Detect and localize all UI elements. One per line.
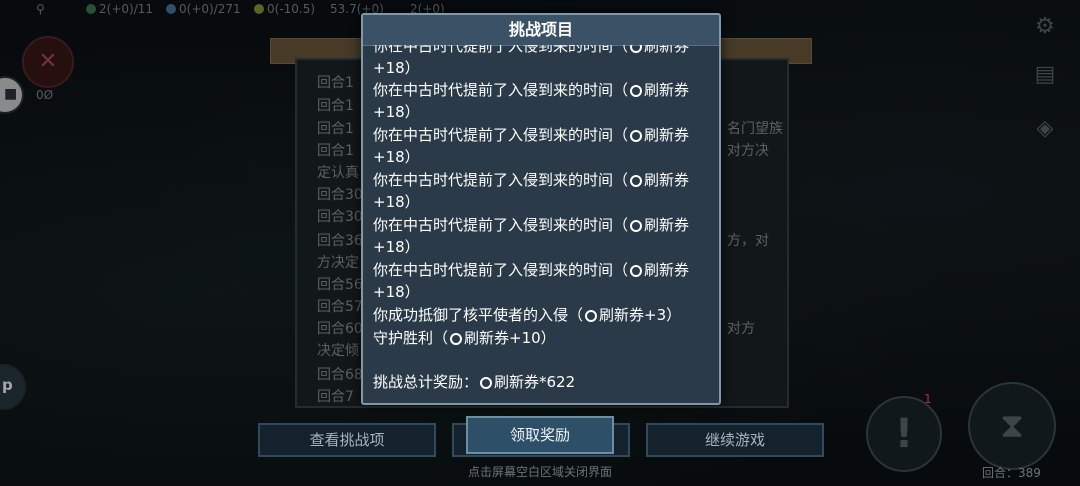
challenge-item: 你在中古时代提前了入侵到来的时间（ 刷新券 (373, 261, 690, 280)
challenge-item-suffix: +18） (373, 148, 420, 166)
challenge-item: 你在中古时代提前了入侵到来的时间（ 刷新券 (373, 126, 690, 145)
alert-button[interactable]: ! (866, 396, 942, 472)
ticket-icon (627, 82, 645, 100)
challenge-item-suffix: +18） (373, 59, 420, 77)
defense-item: 你成功抵御了核平使者的入侵（ 刷新券+3） (373, 306, 682, 325)
exclamation-icon: ! (894, 411, 914, 457)
challenge-item: 你在中古时代提前了入侵到来的时间（ 刷新券 (373, 216, 690, 235)
victory-item: 守护胜利（ 刷新券+10） (373, 329, 556, 348)
ticket-icon (627, 45, 645, 56)
dialog-title: 挑战项目 (363, 15, 719, 46)
hourglass-icon: ⧗ (1000, 406, 1024, 446)
ticket-icon (582, 307, 600, 325)
end-turn-button[interactable]: ⧗ (968, 382, 1056, 470)
challenge-item-suffix: +18） (373, 193, 420, 211)
continue-game-button[interactable]: 继续游戏 (646, 423, 824, 457)
challenge-list[interactable]: 你在中古时代提前了入侵到来的时间（ 刷新券 +18） 你在中古时代提前了入侵到来的… (373, 45, 713, 401)
total-reward: 挑战总计奖励： 刷新券*622 (373, 373, 576, 392)
claim-reward-button[interactable]: 领取奖励 (466, 416, 614, 454)
ticket-icon (627, 127, 645, 145)
view-challenges-button[interactable]: 查看挑战项 (258, 423, 436, 457)
ticket-icon (627, 262, 645, 280)
challenge-dialog: 挑战项目 你在中古时代提前了入侵到来的时间（ 刷新券 +18） 你在中古时代提前了… (361, 13, 721, 405)
ticket-icon (627, 217, 645, 235)
challenge-item-suffix: +18） (373, 283, 420, 301)
notification-badge: 1 (924, 392, 932, 406)
close-hint: 点击屏幕空白区域关闭界面 (467, 465, 612, 479)
ticket-icon (627, 172, 645, 190)
challenge-item: 你在中古时代提前了入侵到来的时间（ 刷新券 (373, 171, 690, 190)
ticket-icon (477, 374, 495, 392)
challenge-item: 你在中古时代提前了入侵到来的时间（ 刷新券 (373, 45, 689, 56)
challenge-item-suffix: +18） (373, 103, 420, 121)
challenge-item-suffix: +18） (373, 238, 420, 256)
ticket-icon (447, 330, 465, 348)
challenge-item: 你在中古时代提前了入侵到来的时间（ 刷新券 (373, 81, 690, 100)
